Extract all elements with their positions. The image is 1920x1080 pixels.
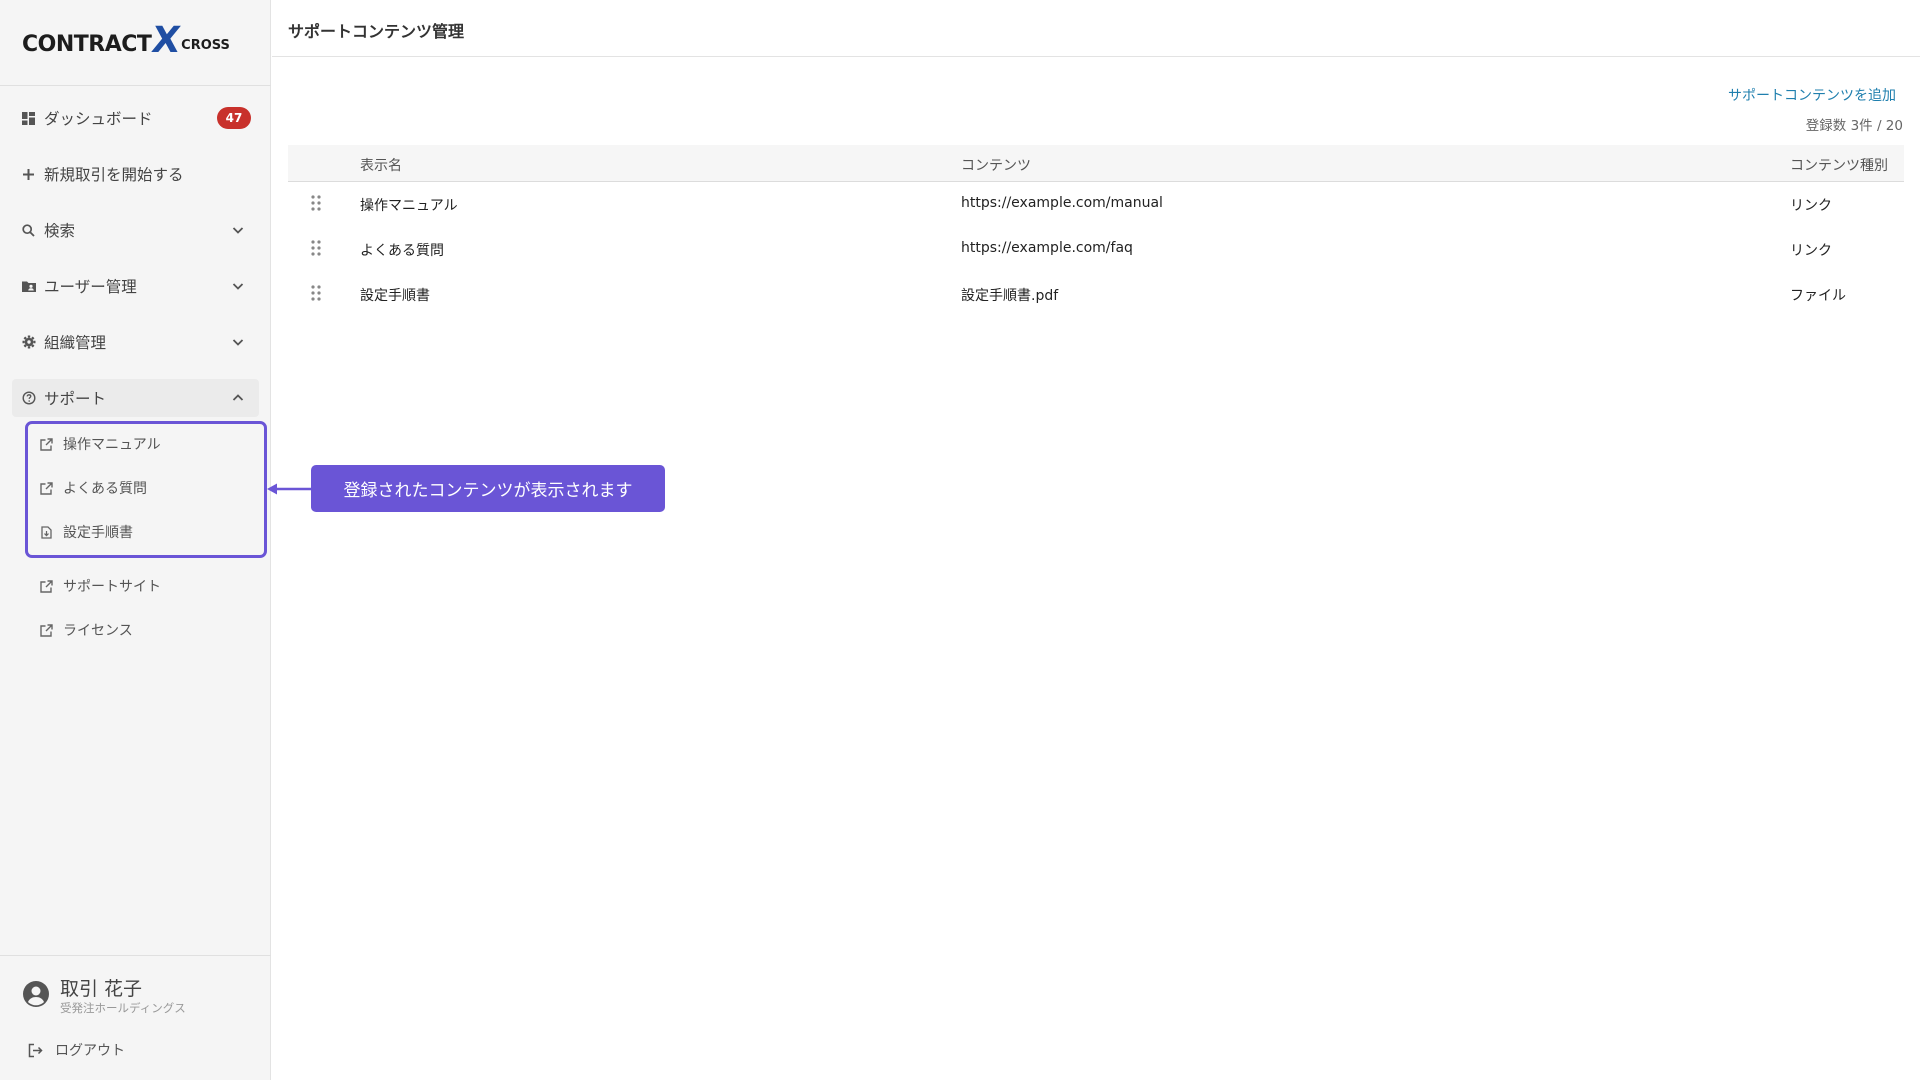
drag-handle-icon[interactable] <box>310 284 322 302</box>
registration-count: 登録数 3件 / 20 <box>1805 118 1903 134</box>
support-content-table: 表示名 コンテンツ コンテンツ種別 操作マニュアル https://exampl… <box>288 145 1904 317</box>
add-support-content-link[interactable]: サポートコンテンツを追加 <box>1728 85 1896 105</box>
cell-display-name: 設定手順書 <box>360 288 430 304</box>
sidebar-item-user-management[interactable]: ユーザー管理 <box>12 267 259 305</box>
user-organization: 受発注ホールディングス <box>60 1001 186 1015</box>
support-item-label: ライセンス <box>63 623 133 639</box>
sidebar-item-label: ユーザー管理 <box>44 278 137 296</box>
support-item-support-site[interactable]: サポートサイト <box>40 571 161 601</box>
gear-icon <box>21 335 36 350</box>
drag-handle-icon[interactable] <box>310 194 322 212</box>
logout-label: ログアウト <box>55 1043 125 1059</box>
app-root: CONTRACT X CROSS ダッシュボード 47 新規取引を開始する 検索 <box>0 0 1920 1080</box>
logout-button[interactable]: ログアウト <box>28 1040 125 1060</box>
search-icon <box>21 223 36 238</box>
table-row[interactable]: 操作マニュアル https://example.com/manual リンク <box>288 182 1904 227</box>
sidebar-item-label: ダッシュボード <box>44 110 153 128</box>
dashboard-icon <box>21 111 36 126</box>
user-area-divider <box>0 955 271 956</box>
logo-text-contract: CONTRACT <box>22 32 152 57</box>
sidebar-item-support[interactable]: サポート <box>12 379 259 417</box>
logo-text-cross: CROSS <box>181 38 230 53</box>
support-item-label: サポートサイト <box>63 579 161 595</box>
user-name: 取引 花子 <box>60 978 143 1000</box>
external-link-icon <box>40 579 53 593</box>
column-header-display-name: 表示名 <box>360 158 402 174</box>
cell-display-name: 操作マニュアル <box>360 198 458 214</box>
page-title: サポートコンテンツ管理 <box>288 22 465 41</box>
logo-x-mark: X <box>149 20 184 62</box>
logout-icon <box>28 1043 43 1058</box>
drag-handle-icon[interactable] <box>310 239 322 257</box>
cell-content: 設定手順書.pdf <box>961 288 1059 304</box>
folder-user-icon <box>21 279 36 294</box>
table-row[interactable]: 設定手順書 設定手順書.pdf ファイル <box>288 272 1904 317</box>
help-circle-icon <box>21 391 36 406</box>
chevron-down-icon <box>232 339 244 346</box>
sidebar-item-label: 組織管理 <box>44 334 107 352</box>
sidebar-item-search[interactable]: 検索 <box>12 211 259 249</box>
table-row[interactable]: よくある質問 https://example.com/faq リンク <box>288 227 1904 272</box>
annotation-callout: 登録されたコンテンツが表示されます <box>311 465 665 512</box>
external-link-icon <box>40 623 53 637</box>
cell-content: https://example.com/manual <box>961 195 1163 211</box>
main-header: サポートコンテンツ管理 <box>272 0 1920 57</box>
column-header-content: コンテンツ <box>961 158 1031 174</box>
user-avatar-icon[interactable] <box>22 980 50 1008</box>
sidebar-divider <box>0 85 271 86</box>
sidebar-item-new-deal[interactable]: 新規取引を開始する <box>12 155 259 193</box>
sidebar-item-label: 検索 <box>44 222 76 240</box>
contractx-logo[interactable]: CONTRACT X CROSS <box>22 20 230 62</box>
column-header-content-type: コンテンツ種別 <box>1790 158 1888 174</box>
cell-content: https://example.com/faq <box>961 240 1133 256</box>
sidebar: CONTRACT X CROSS ダッシュボード 47 新規取引を開始する 検索 <box>0 0 271 1080</box>
sidebar-item-label: サポート <box>44 390 107 408</box>
callout-arrow-icon <box>267 483 312 495</box>
plus-icon <box>21 167 36 182</box>
cell-content-type: リンク <box>1790 198 1832 214</box>
cell-display-name: よくある質問 <box>360 243 444 259</box>
support-item-license[interactable]: ライセンス <box>40 615 133 645</box>
cell-content-type: リンク <box>1790 243 1832 259</box>
sidebar-item-dashboard[interactable]: ダッシュボード 47 <box>12 99 259 137</box>
highlight-box <box>25 421 267 558</box>
cell-content-type: ファイル <box>1790 288 1846 304</box>
chevron-down-icon <box>232 227 244 234</box>
chevron-up-icon <box>232 394 244 401</box>
sidebar-item-label: 新規取引を開始する <box>44 166 184 184</box>
chevron-down-icon <box>232 283 244 290</box>
sidebar-item-organization-management[interactable]: 組織管理 <box>12 323 259 361</box>
table-header: 表示名 コンテンツ コンテンツ種別 <box>288 145 1904 182</box>
notification-badge: 47 <box>217 107 251 129</box>
